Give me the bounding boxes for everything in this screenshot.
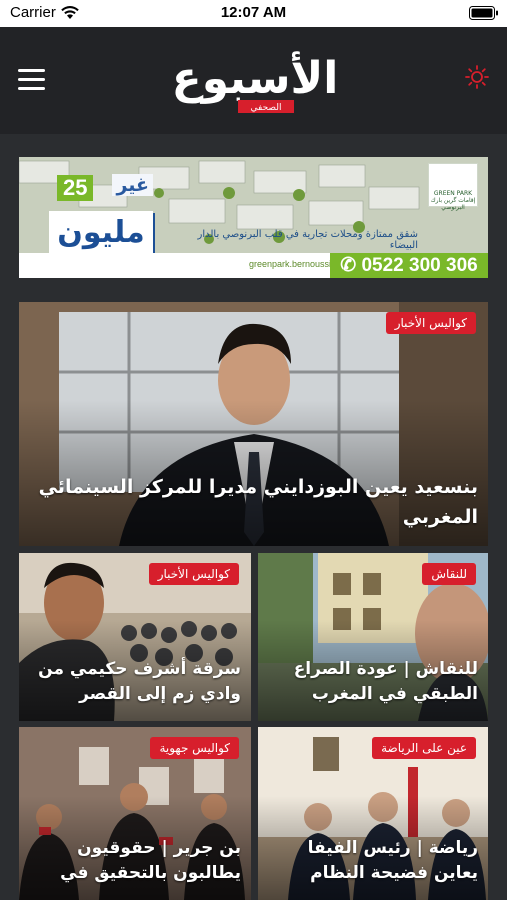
category-badge[interactable]: كواليس الأخبار bbox=[148, 563, 239, 585]
article-title[interactable]: بنسعيد يعين البوزدايني مديرا للمركز السي… bbox=[29, 472, 478, 532]
ad-footer: greenpark.bernoussi ✆ 0522 300 306 bbox=[19, 253, 488, 278]
article-card[interactable]: كواليس جهوية بن جرير | حقوقيون يطالبون ب… bbox=[19, 727, 251, 900]
category-badge[interactable]: للنقاش bbox=[422, 563, 476, 585]
svg-text:الأسبوع: الأسبوع bbox=[172, 51, 339, 104]
ad-logo-sub: إقامات گرين بارك البرنوصي bbox=[430, 197, 476, 211]
article-card[interactable]: عين على الرياضة رياضة | رئيس الفيفا يعاي… bbox=[258, 727, 488, 900]
article-title[interactable]: رياضة | رئيس الفيفا يعاين فضيحة النظام bbox=[268, 836, 478, 886]
battery-icon bbox=[469, 6, 498, 20]
ad-price-block: 25 غير مليون bbox=[49, 171, 159, 263]
article-card[interactable]: للنقاش للنقاش | عودة الصراع الطبقي في ال… bbox=[258, 553, 488, 721]
sun-icon[interactable] bbox=[465, 65, 489, 89]
article-title[interactable]: بن جرير | حقوقيون يطالبون بالتحقيق في bbox=[29, 836, 241, 886]
article-title[interactable]: للنقاش | عودة الصراع الطبقي في المغرب bbox=[268, 657, 478, 707]
status-bar: Carrier 12:07 AM bbox=[0, 0, 507, 27]
status-time: 12:07 AM bbox=[220, 4, 287, 21]
ad-website: greenpark.bernoussi bbox=[249, 259, 332, 269]
phone-icon: ✆ bbox=[340, 255, 362, 276]
featured-article-card[interactable]: كواليس الأخبار بنسعيد يعين البوزدايني مد… bbox=[19, 302, 488, 546]
article-card[interactable]: كواليس الأخبار سرقة أشرف حكيمي من وادي ز… bbox=[19, 553, 251, 721]
category-badge[interactable]: عين على الرياضة bbox=[372, 737, 476, 759]
ad-logo-name: GREEN PARK bbox=[433, 190, 473, 197]
category-badge[interactable]: كواليس جهوية bbox=[150, 737, 239, 759]
ad-price-unit: مليون bbox=[49, 211, 153, 255]
brand-logo[interactable]: الأسبوع الصحفي bbox=[160, 45, 350, 123]
app-header: الأسبوع الصحفي bbox=[0, 27, 507, 134]
ad-phone: ✆ 0522 300 306 bbox=[330, 253, 488, 278]
ad-price-prefix: غير bbox=[112, 174, 153, 196]
hamburger-icon[interactable] bbox=[18, 69, 45, 91]
ad-banner[interactable]: 25 غير مليون GREEN PARK إقامات گرين بارك… bbox=[19, 157, 488, 278]
svg-text:الصحفي: الصحفي bbox=[251, 103, 282, 113]
ad-logo: GREEN PARK إقامات گرين بارك البرنوصي bbox=[428, 163, 478, 211]
category-badge[interactable]: كواليس الأخبار bbox=[385, 312, 476, 334]
article-title[interactable]: سرقة أشرف حكيمي من وادي زم إلى القصر bbox=[29, 657, 241, 707]
ad-price-number: 25 bbox=[57, 175, 94, 201]
ad-tagline: شقق ممتازة ومحلات تجارية في قلب البرنوصي… bbox=[197, 229, 418, 251]
